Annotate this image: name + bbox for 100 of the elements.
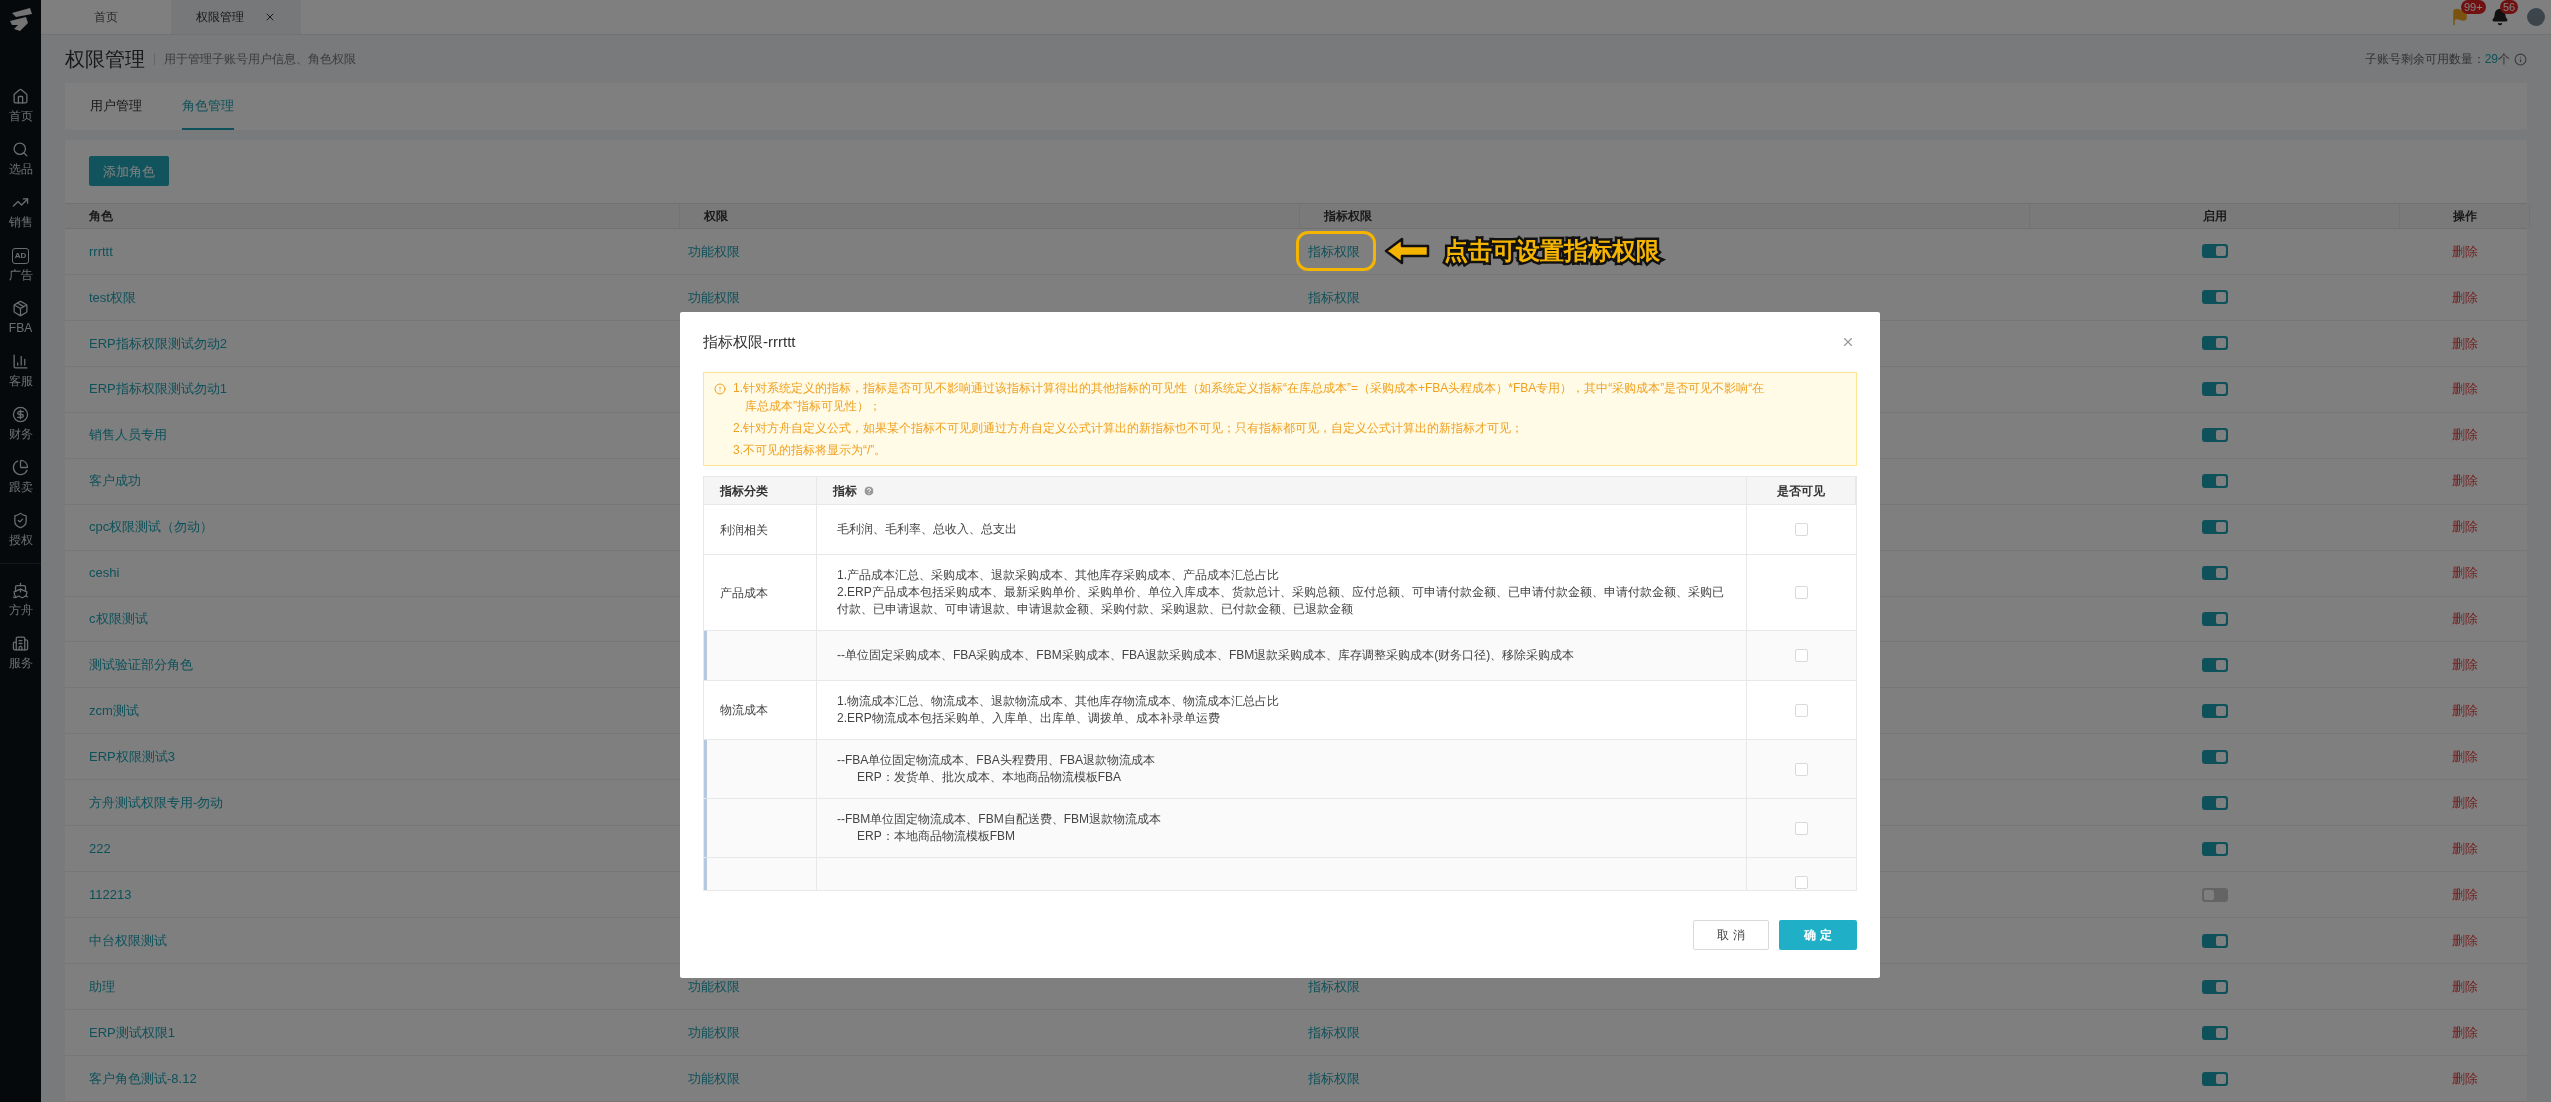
metric-permission-link[interactable]: 指标权限 xyxy=(1308,1024,1360,1040)
checkbox[interactable] xyxy=(1795,762,1808,776)
toggle-switch[interactable] xyxy=(2202,520,2228,535)
sidebar-item[interactable]: 销售 xyxy=(0,186,41,239)
permission-link[interactable]: 功能权限 xyxy=(688,289,740,305)
delete-link[interactable]: 删除 xyxy=(2452,563,2478,583)
sidebar-item[interactable]: 客服 xyxy=(0,345,41,398)
close-icon[interactable] xyxy=(264,11,276,23)
close-icon[interactable] xyxy=(1841,335,1855,349)
checkbox[interactable] xyxy=(1795,821,1808,835)
sidebar-item[interactable]: 选品 xyxy=(0,133,41,186)
delete-link[interactable]: 删除 xyxy=(2452,747,2478,767)
toggle-switch[interactable] xyxy=(2202,1071,2228,1086)
delete-link[interactable]: 删除 xyxy=(2452,287,2478,308)
delete-link[interactable]: 删除 xyxy=(2452,333,2478,354)
add-role-button[interactable]: 添加角色 xyxy=(89,156,169,187)
toggle-switch[interactable] xyxy=(2202,566,2228,581)
delete-link[interactable]: 删除 xyxy=(2452,379,2478,399)
permission-link[interactable]: 功能权限 xyxy=(688,243,740,259)
role-name-link[interactable]: 客户成功 xyxy=(89,473,141,489)
checkbox[interactable] xyxy=(1795,523,1808,536)
sidebar-item[interactable]: 财务 xyxy=(0,398,41,451)
role-name-link[interactable]: 助理 xyxy=(89,978,115,994)
delete-link[interactable]: 删除 xyxy=(2452,609,2478,629)
quota-value: 29 xyxy=(2484,51,2498,68)
role-name-link[interactable]: 销售人员专用 xyxy=(89,427,167,443)
delete-link[interactable]: 删除 xyxy=(2452,1022,2478,1043)
help-icon[interactable] xyxy=(863,484,875,497)
tab[interactable]: 用户管理 xyxy=(90,83,142,130)
role-name-link[interactable]: 客户角色测试-8.12 xyxy=(89,1070,197,1086)
delete-link[interactable]: 删除 xyxy=(2452,884,2478,905)
toggle-switch[interactable] xyxy=(2202,428,2228,443)
role-name-link[interactable]: 112213 xyxy=(89,886,132,902)
role-name-link[interactable]: 222 xyxy=(89,841,111,856)
role-name-link[interactable]: ERP测试权限1 xyxy=(89,1024,175,1040)
sidebar-item[interactable]: FBA xyxy=(0,292,41,345)
delete-link[interactable]: 删除 xyxy=(2452,471,2478,491)
toggle-switch[interactable] xyxy=(2202,336,2228,351)
role-name-link[interactable]: ceshi xyxy=(89,565,120,581)
toggle-switch[interactable] xyxy=(2202,290,2228,305)
delete-link[interactable]: 删除 xyxy=(2452,517,2478,537)
tab[interactable]: 角色管理 xyxy=(182,83,234,130)
delete-link[interactable]: 删除 xyxy=(2452,241,2478,262)
delete-link[interactable]: 删除 xyxy=(2452,930,2478,951)
metric-permission-link[interactable]: 指标权限 xyxy=(1308,289,1360,305)
checkbox[interactable] xyxy=(1795,649,1808,662)
notice-text: 1.针对系统定义的指标，指标是否可见不影响通过该指标计算得出的其他指标的可见性（如系统定义指标“在库总成本”=（采购成本+FBA头程成本）*FBA专用），其中“采购成本”是否可见不影响“在库总成本”指标可见性）； xyxy=(733,380,1766,415)
info-icon[interactable] xyxy=(2514,52,2527,66)
toggle-switch[interactable] xyxy=(2202,979,2228,994)
role-name-link[interactable]: ERP指标权限测试勿动2 xyxy=(89,335,227,351)
delete-link[interactable]: 删除 xyxy=(2452,1068,2478,1089)
delete-link[interactable]: 删除 xyxy=(2452,793,2478,813)
delete-link[interactable]: 删除 xyxy=(2452,425,2478,445)
role-name-link[interactable]: ERP权限测试3 xyxy=(89,749,175,765)
toggle-switch[interactable] xyxy=(2202,1025,2228,1040)
role-name-link[interactable]: rrrttt xyxy=(89,243,113,259)
metric-text: ERP：发货单、批次成本、本地商品物流模板FBA xyxy=(856,769,1122,786)
toggle-switch[interactable] xyxy=(2202,841,2228,856)
role-name-link[interactable]: 方舟测试权限专用-勿动 xyxy=(89,795,224,811)
role-name-link[interactable]: zcm测试 xyxy=(89,703,139,719)
sidebar-item[interactable]: 服务 xyxy=(0,627,41,680)
toggle-switch[interactable] xyxy=(2202,612,2228,626)
role-name-link[interactable]: c权限测试 xyxy=(89,611,148,627)
delete-link[interactable]: 删除 xyxy=(2452,655,2478,675)
bar-chart-icon xyxy=(12,353,29,370)
avatar[interactable] xyxy=(2527,8,2545,26)
delete-link[interactable]: 删除 xyxy=(2452,839,2478,859)
toggle-switch[interactable] xyxy=(2202,382,2228,397)
role-name-link[interactable]: test权限 xyxy=(89,289,136,305)
metric-permission-link[interactable]: 指标权限 xyxy=(1308,1070,1360,1086)
sidebar-item[interactable]: 跟卖 xyxy=(0,451,41,504)
toggle-switch[interactable] xyxy=(2202,749,2228,764)
permission-link[interactable]: 功能权限 xyxy=(688,1070,740,1086)
metric-permission-link[interactable]: 指标权限 xyxy=(1308,243,1360,259)
metric-permission-link[interactable]: 指标权限 xyxy=(1308,978,1360,994)
page-tab[interactable]: 权限管理 xyxy=(171,0,301,34)
sidebar-item[interactable]: 授权 xyxy=(0,504,41,557)
sidebar-item[interactable]: AD 广告 xyxy=(0,239,41,292)
toggle-switch[interactable] xyxy=(2202,887,2228,902)
delete-link[interactable]: 删除 xyxy=(2452,701,2478,721)
toggle-switch[interactable] xyxy=(2202,795,2228,810)
sidebar-item[interactable]: 首页 xyxy=(0,80,41,133)
cancel-button[interactable]: 取 消 xyxy=(1693,919,1769,950)
toggle-switch[interactable] xyxy=(2202,474,2228,489)
toggle-switch[interactable] xyxy=(2202,703,2228,718)
role-name-link[interactable]: ERP指标权限测试勿动1 xyxy=(89,381,227,397)
toggle-switch[interactable] xyxy=(2202,657,2228,672)
role-name-link[interactable]: cpc权限测试（勿动） xyxy=(89,519,214,535)
toggle-switch[interactable] xyxy=(2202,933,2228,948)
permission-link[interactable]: 功能权限 xyxy=(688,1024,740,1040)
sidebar-item[interactable]: 方舟 xyxy=(0,574,41,627)
checkbox[interactable] xyxy=(1795,586,1808,599)
role-name-link[interactable]: 中台权限测试 xyxy=(89,932,167,948)
confirm-button[interactable]: 确 定 xyxy=(1779,919,1857,950)
checkbox[interactable] xyxy=(1795,876,1808,889)
permission-link[interactable]: 功能权限 xyxy=(688,978,740,994)
delete-link[interactable]: 删除 xyxy=(2452,976,2478,997)
checkbox[interactable] xyxy=(1795,703,1808,717)
toggle-switch[interactable] xyxy=(2202,244,2228,259)
role-name-link[interactable]: 测试验证部分角色 xyxy=(89,657,193,673)
